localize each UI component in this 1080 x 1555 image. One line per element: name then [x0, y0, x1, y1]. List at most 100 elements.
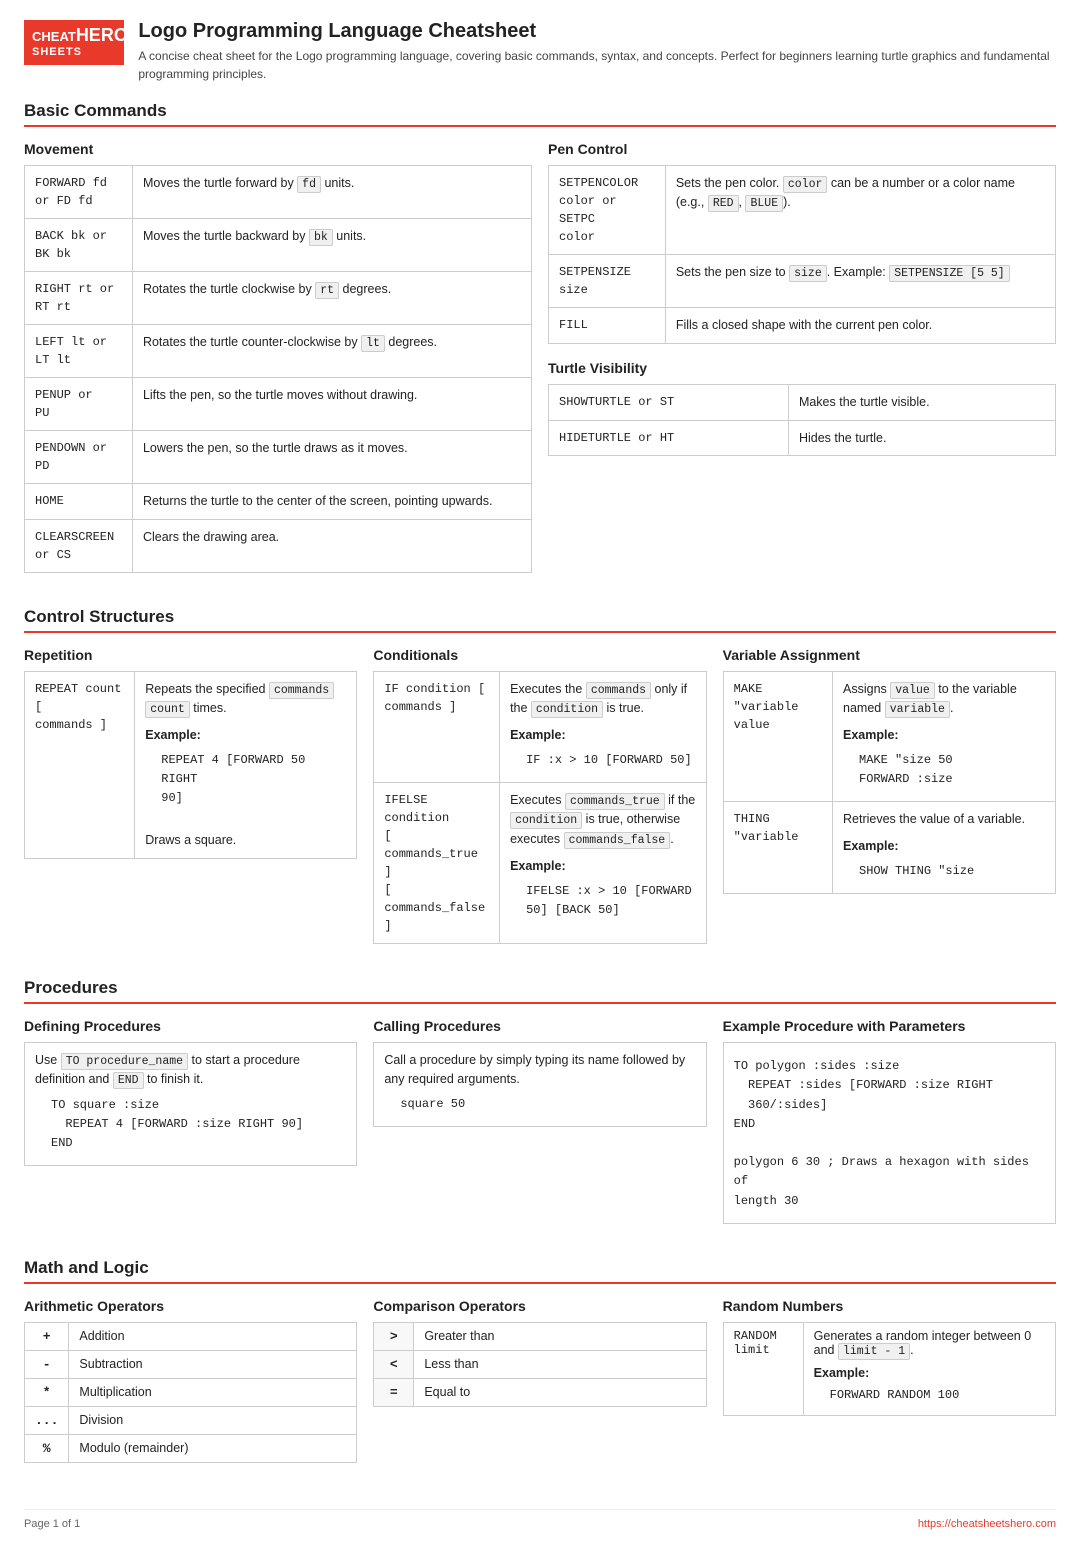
cmd-repeat: REPEAT count [commands ]: [25, 671, 135, 858]
code-commands-true: commands_true: [565, 793, 665, 810]
desc-repeat: Repeats the specified commands count tim…: [135, 671, 357, 858]
cmd-setpencolor: SETPENCOLORcolor or SETPCcolor: [549, 166, 666, 255]
basic-commands-section-title: Basic Commands: [24, 101, 1056, 127]
op-minus: -: [25, 1350, 69, 1378]
code-lt: lt: [361, 335, 385, 352]
calling-procedures-table: Call a procedure by simply typing its na…: [373, 1042, 706, 1127]
footer-link[interactable]: https://cheatsheetshero.com: [918, 1518, 1056, 1530]
table-row: + Addition: [25, 1322, 357, 1350]
random-example-label: Example:: [814, 1366, 1045, 1380]
arithmetic-title: Arithmetic Operators: [24, 1298, 357, 1314]
procedures-section-title: Procedures: [24, 978, 1056, 1004]
desc-defining: Use TO procedure_name to start a procedu…: [25, 1043, 357, 1166]
page-description: A concise cheat sheet for the Logo progr…: [138, 47, 1056, 83]
variable-assignment-title: Variable Assignment: [723, 647, 1056, 663]
code-blue: BLUE: [745, 195, 783, 212]
math-logic-section-title: Math and Logic: [24, 1258, 1056, 1284]
desc-calling: Call a procedure by simply typing its na…: [374, 1043, 706, 1127]
desc-random: Generates a random integer between 0 and…: [803, 1322, 1055, 1415]
code-condition-if: condition: [531, 701, 603, 718]
control-structures-grid: Repetition REPEAT count [commands ] Repe…: [24, 647, 1056, 960]
comparison-table: > Greater than < Less than = Equal to: [373, 1322, 706, 1407]
repeat-example-label: Example:: [145, 726, 346, 745]
repetition-table: REPEAT count [commands ] Repeats the spe…: [24, 671, 357, 859]
desc-lt: Less than: [414, 1350, 706, 1378]
desc-home: Returns the turtle to the center of the …: [132, 484, 531, 520]
table-row: = Equal to: [374, 1378, 706, 1406]
defining-example-code: TO square :size REPEAT 4 [FORWARD :size …: [51, 1096, 346, 1154]
desc-right: Rotates the turtle clockwise by rt degre…: [132, 272, 531, 325]
code-color: color: [783, 176, 828, 193]
op-gt: >: [374, 1322, 414, 1350]
table-row: THING"variable Retrieves the value of a …: [723, 802, 1055, 894]
cmd-pendown: PENDOWN orPD: [25, 431, 133, 484]
if-example-label: Example:: [510, 726, 696, 745]
make-example-label: Example:: [843, 726, 1045, 745]
table-row: MAKE "variablevalue Assigns value to the…: [723, 671, 1055, 802]
table-row: - Subtraction: [25, 1350, 357, 1378]
desc-if: Executes the commands only if the condit…: [500, 671, 707, 782]
code-condition-ifelse: condition: [510, 812, 582, 829]
desc-ifelse: Executes commands_true if the condition …: [500, 783, 707, 944]
desc-setpencolor: Sets the pen color. color can be a numbe…: [665, 166, 1055, 255]
cmd-setpensize: SETPENSIZEsize: [549, 255, 666, 308]
page-number: Page 1 of 1: [24, 1518, 80, 1530]
desc-pendown: Lowers the pen, so the turtle draws as i…: [132, 431, 531, 484]
movement-table: FORWARD fdor FD fd Moves the turtle forw…: [24, 165, 532, 573]
desc-penup: Lifts the pen, so the turtle moves witho…: [132, 378, 531, 431]
cmd-back: BACK bk orBK bk: [25, 219, 133, 272]
code-fd: fd: [297, 176, 321, 193]
desc-showturtle: Makes the turtle visible.: [788, 384, 1055, 420]
logo: CHEATHERO SHEETS: [24, 20, 124, 65]
movement-subsection: Movement FORWARD fdor FD fd Moves the tu…: [24, 141, 532, 573]
ifelse-example-label: Example:: [510, 857, 696, 876]
defining-procedures-subsection: Defining Procedures Use TO procedure_nam…: [24, 1018, 357, 1224]
table-row: TO polygon :sides :size REPEAT :sides [F…: [723, 1043, 1055, 1224]
table-row: PENUP orPU Lifts the pen, so the turtle …: [25, 378, 532, 431]
table-row: < Less than: [374, 1350, 706, 1378]
page-header: CHEATHERO SHEETS Logo Programming Langua…: [24, 20, 1056, 83]
math-logic-grid: Arithmetic Operators + Addition - Subtra…: [24, 1298, 1056, 1479]
cmd-home: HOME: [25, 484, 133, 520]
conditionals-title: Conditionals: [373, 647, 706, 663]
variable-assignment-table: MAKE "variablevalue Assigns value to the…: [723, 671, 1056, 894]
table-row: SHOWTURTLE or ST Makes the turtle visibl…: [549, 384, 1056, 420]
basic-commands-grid: Movement FORWARD fdor FD fd Moves the tu…: [24, 141, 1056, 589]
cmd-right: RIGHT rt orRT rt: [25, 272, 133, 325]
cmd-if: IF condition [commands ]: [374, 671, 500, 782]
pen-control-table: SETPENCOLORcolor or SETPCcolor Sets the …: [548, 165, 1056, 344]
calling-example-code: square 50: [400, 1095, 695, 1114]
code-commands: commands: [269, 682, 334, 699]
cmd-hideturtle: HIDETURTLE or HT: [549, 420, 789, 456]
desc-gt: Greater than: [414, 1322, 706, 1350]
page-title: Logo Programming Language Cheatsheet: [138, 20, 1056, 43]
variable-assignment-subsection: Variable Assignment MAKE "variablevalue …: [723, 647, 1056, 944]
desc-back: Moves the turtle backward by bk units.: [132, 219, 531, 272]
comparison-title: Comparison Operators: [373, 1298, 706, 1314]
random-example-code: FORWARD RANDOM 100: [830, 1386, 1045, 1405]
cmd-make: MAKE "variablevalue: [723, 671, 832, 802]
desc-multiply: Multiplication: [69, 1378, 357, 1406]
code-value: value: [890, 682, 935, 699]
desc-forward: Moves the turtle forward by fd units.: [132, 166, 531, 219]
make-example-code: MAKE "size 50FORWARD :size: [859, 751, 1045, 789]
code-count: count: [145, 701, 190, 718]
pen-turtle-wrap: Pen Control SETPENCOLORcolor or SETPCcol…: [548, 141, 1056, 589]
code-red: RED: [708, 195, 739, 212]
table-row: * Multiplication: [25, 1378, 357, 1406]
table-row: SETPENCOLORcolor or SETPCcolor Sets the …: [549, 166, 1056, 255]
cmd-penup: PENUP orPU: [25, 378, 133, 431]
desc-setpensize: Sets the pen size to size. Example: SETP…: [665, 255, 1055, 308]
cmd-fill: FILL: [549, 308, 666, 344]
table-row: BACK bk orBK bk Moves the turtle backwar…: [25, 219, 532, 272]
cmd-forward: FORWARD fdor FD fd: [25, 166, 133, 219]
page-footer: Page 1 of 1 https://cheatsheetshero.com: [24, 1509, 1056, 1530]
op-divide: ...: [25, 1406, 69, 1434]
conditionals-subsection: Conditionals IF condition [commands ] Ex…: [373, 647, 706, 944]
table-row: > Greater than: [374, 1322, 706, 1350]
op-lt: <: [374, 1350, 414, 1378]
table-row: CLEARSCREENor CS Clears the drawing area…: [25, 519, 532, 572]
code-to: TO procedure_name: [61, 1053, 188, 1070]
desc-fill: Fills a closed shape with the current pe…: [665, 308, 1055, 344]
desc-modulo: Modulo (remainder): [69, 1434, 357, 1462]
